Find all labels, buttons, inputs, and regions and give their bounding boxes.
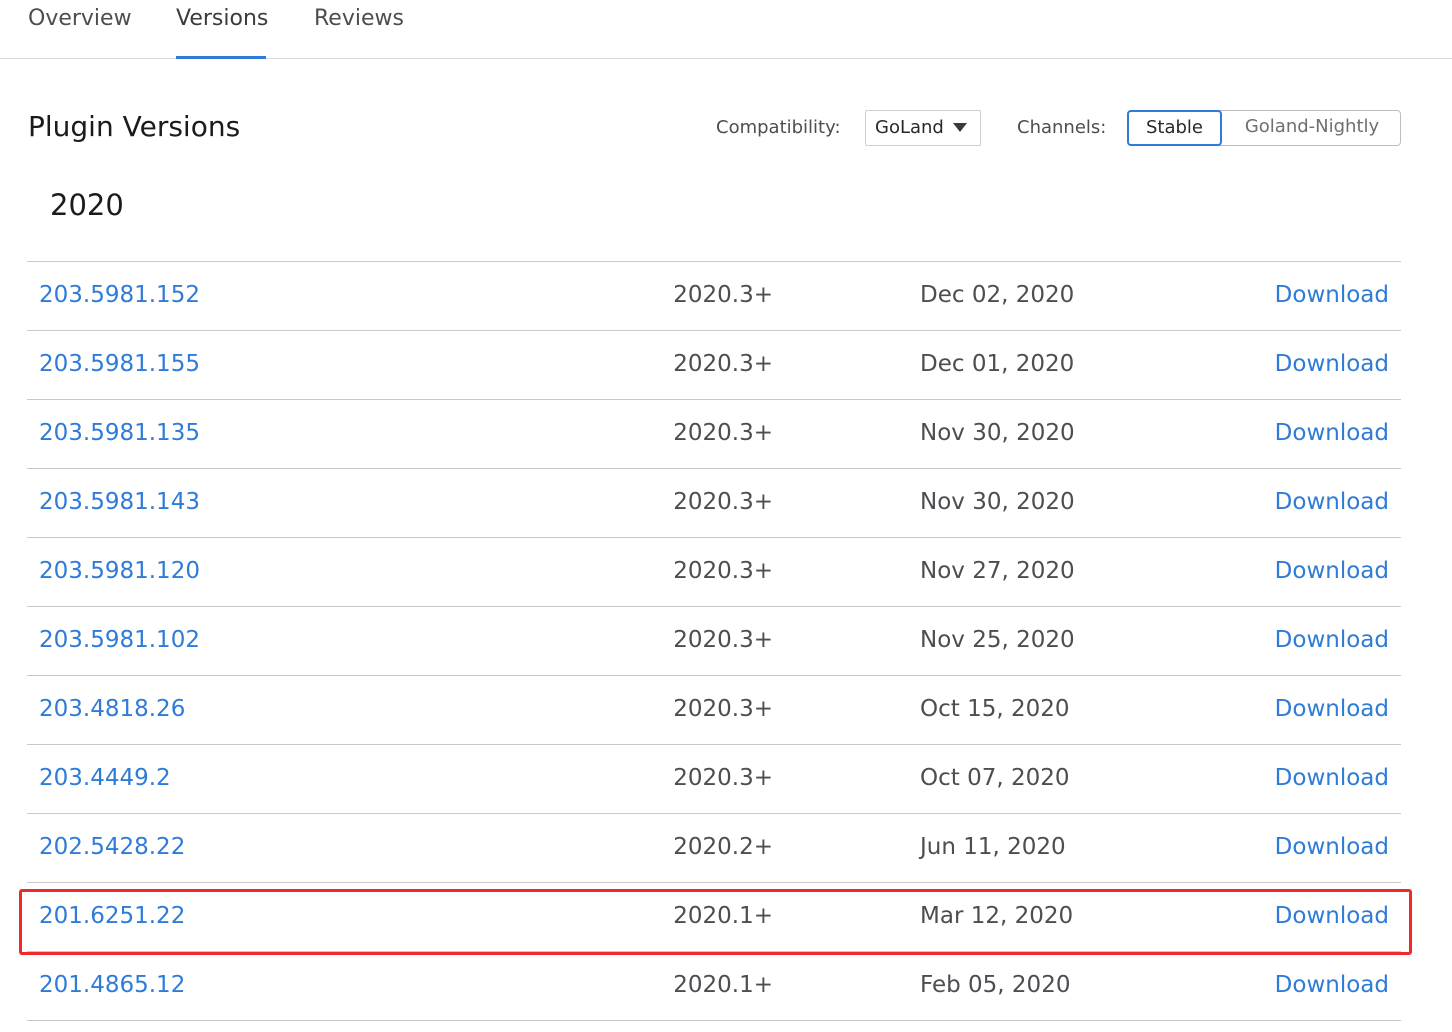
download-link[interactable]: Download xyxy=(1275,903,1389,929)
release-date: Feb 05, 2020 xyxy=(920,972,1071,998)
compatibility-range: 2020.3+ xyxy=(673,765,773,791)
release-date: Dec 02, 2020 xyxy=(920,282,1075,308)
compatibility-range: 2020.3+ xyxy=(673,282,773,308)
version-link[interactable]: 201.6251.22 xyxy=(39,903,185,929)
table-row: 202.5428.22 2020.2+ Jun 11, 2020 Download xyxy=(27,814,1401,883)
release-date: Nov 27, 2020 xyxy=(920,558,1075,584)
tab-versions[interactable]: Versions xyxy=(176,6,269,59)
version-link[interactable]: 202.5428.22 xyxy=(39,834,185,860)
compatibility-range: 2020.1+ xyxy=(673,903,773,929)
compatibility-range: 2020.1+ xyxy=(673,972,773,998)
release-date: Oct 07, 2020 xyxy=(920,765,1070,791)
channels-toggle: Stable Goland-Nightly xyxy=(1127,110,1401,146)
download-link[interactable]: Download xyxy=(1275,282,1389,308)
compatibility-range: 2020.3+ xyxy=(673,420,773,446)
compatibility-range: 2020.3+ xyxy=(673,696,773,722)
table-row: 203.4449.2 2020.3+ Oct 07, 2020 Download xyxy=(27,745,1401,814)
compatibility-range: 2020.3+ xyxy=(673,558,773,584)
chevron-down-icon xyxy=(953,123,967,132)
download-link[interactable]: Download xyxy=(1275,834,1389,860)
release-date: Nov 30, 2020 xyxy=(920,420,1075,446)
compatibility-value: GoLand xyxy=(875,117,944,138)
table-row: 201.6251.22 2020.1+ Mar 12, 2020 Download xyxy=(19,883,1412,955)
channels-label: Channels: xyxy=(1017,117,1107,138)
version-link[interactable]: 203.5981.152 xyxy=(39,282,200,308)
release-date: Mar 12, 2020 xyxy=(920,903,1074,929)
download-link[interactable]: Download xyxy=(1275,696,1389,722)
version-link[interactable]: 203.5981.155 xyxy=(39,351,200,377)
version-link[interactable]: 203.5981.102 xyxy=(39,627,200,653)
release-date: Nov 30, 2020 xyxy=(920,489,1075,515)
download-link[interactable]: Download xyxy=(1275,351,1389,377)
release-date: Dec 01, 2020 xyxy=(920,351,1075,377)
compatibility-range: 2020.3+ xyxy=(673,489,773,515)
compatibility-range: 2020.3+ xyxy=(673,627,773,653)
table-row: 203.4818.26 2020.3+ Oct 15, 2020 Download xyxy=(27,676,1401,745)
compatibility-range: 2020.2+ xyxy=(673,834,773,860)
tab-reviews-label: Reviews xyxy=(314,6,404,31)
version-link[interactable]: 203.5981.120 xyxy=(39,558,200,584)
compatibility-select[interactable]: GoLand xyxy=(865,110,981,146)
compatibility-label: Compatibility: xyxy=(716,117,841,138)
compatibility-range: 2020.3+ xyxy=(673,351,773,377)
download-link[interactable]: Download xyxy=(1275,489,1389,515)
channel-stable-button[interactable]: Stable xyxy=(1127,110,1222,146)
download-link[interactable]: Download xyxy=(1275,627,1389,653)
table-row: 203.5981.152 2020.3+ Dec 02, 2020 Download xyxy=(27,262,1401,331)
version-link[interactable]: 203.4449.2 xyxy=(39,765,171,791)
tab-versions-label: Versions xyxy=(176,6,269,31)
page-title: Plugin Versions xyxy=(28,110,241,143)
active-tab-indicator xyxy=(176,56,266,59)
download-link[interactable]: Download xyxy=(1275,420,1389,446)
table-row: 203.5981.120 2020.3+ Nov 27, 2020 Download xyxy=(27,538,1401,607)
version-link[interactable]: 201.4865.12 xyxy=(39,972,185,998)
year-heading: 2020 xyxy=(50,188,124,222)
channel-goland-nightly-button[interactable]: Goland-Nightly xyxy=(1222,110,1402,146)
tab-overview-label: Overview xyxy=(28,6,132,31)
download-link[interactable]: Download xyxy=(1275,558,1389,584)
tab-reviews[interactable]: Reviews xyxy=(314,6,404,58)
release-date: Oct 15, 2020 xyxy=(920,696,1070,722)
table-row: 203.5981.102 2020.3+ Nov 25, 2020 Download xyxy=(27,607,1401,676)
download-link[interactable]: Download xyxy=(1275,765,1389,791)
tab-overview[interactable]: Overview xyxy=(28,6,132,58)
table-row: 203.5981.143 2020.3+ Nov 30, 2020 Download xyxy=(27,469,1401,538)
table-row: 203.5981.135 2020.3+ Nov 30, 2020 Download xyxy=(27,400,1401,469)
table-row: 203.5981.155 2020.3+ Dec 01, 2020 Download xyxy=(27,331,1401,400)
table-row: 201.4865.12 2020.1+ Feb 05, 2020 Download xyxy=(27,952,1401,1021)
release-date: Nov 25, 2020 xyxy=(920,627,1075,653)
tab-bar: Overview Versions Reviews xyxy=(0,0,1452,59)
version-link[interactable]: 203.5981.143 xyxy=(39,489,200,515)
versions-table: 203.5981.152 2020.3+ Dec 02, 2020 Download 2… xyxy=(19,261,1412,1021)
version-link[interactable]: 203.4818.26 xyxy=(39,696,185,722)
release-date: Jun 11, 2020 xyxy=(920,834,1066,860)
version-link[interactable]: 203.5981.135 xyxy=(39,420,200,446)
download-link[interactable]: Download xyxy=(1275,972,1389,998)
